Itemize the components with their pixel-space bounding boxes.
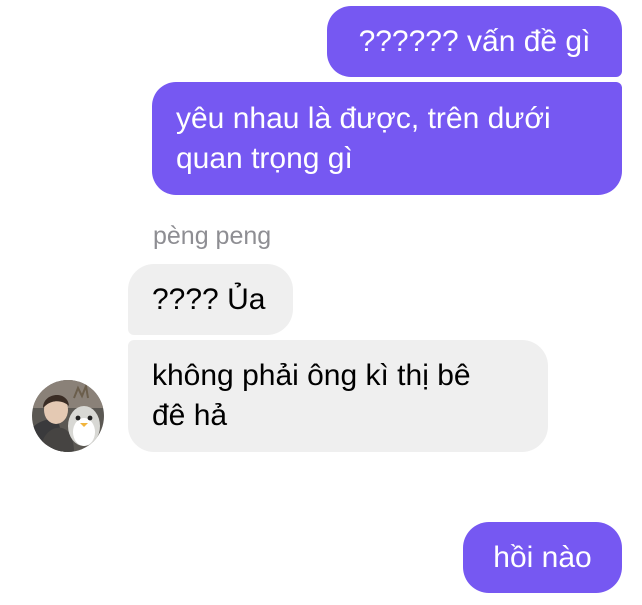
avatar[interactable] bbox=[32, 380, 104, 452]
message-text: không phải ông kì thị bê đê hả bbox=[152, 359, 471, 432]
sender-name: pèng peng bbox=[153, 222, 272, 250]
incoming-message-bubble[interactable]: ???? Ủa bbox=[128, 264, 293, 335]
outgoing-message-bubble[interactable]: ?????? vấn đề gì bbox=[327, 6, 622, 77]
message-text: ???? Ủa bbox=[152, 282, 266, 316]
avatar-photo-icon bbox=[32, 380, 104, 452]
message-text: hồi nào bbox=[493, 540, 592, 574]
outgoing-message-bubble[interactable]: yêu nhau là được, trên dưới quan trọng g… bbox=[152, 82, 622, 195]
outgoing-message-bubble[interactable]: hồi nào bbox=[463, 522, 622, 593]
message-text: yêu nhau là được, trên dưới quan trọng g… bbox=[176, 101, 551, 175]
incoming-message-bubble[interactable]: không phải ông kì thị bê đê hả bbox=[128, 340, 548, 452]
message-text: ?????? vấn đề gì bbox=[358, 24, 591, 58]
